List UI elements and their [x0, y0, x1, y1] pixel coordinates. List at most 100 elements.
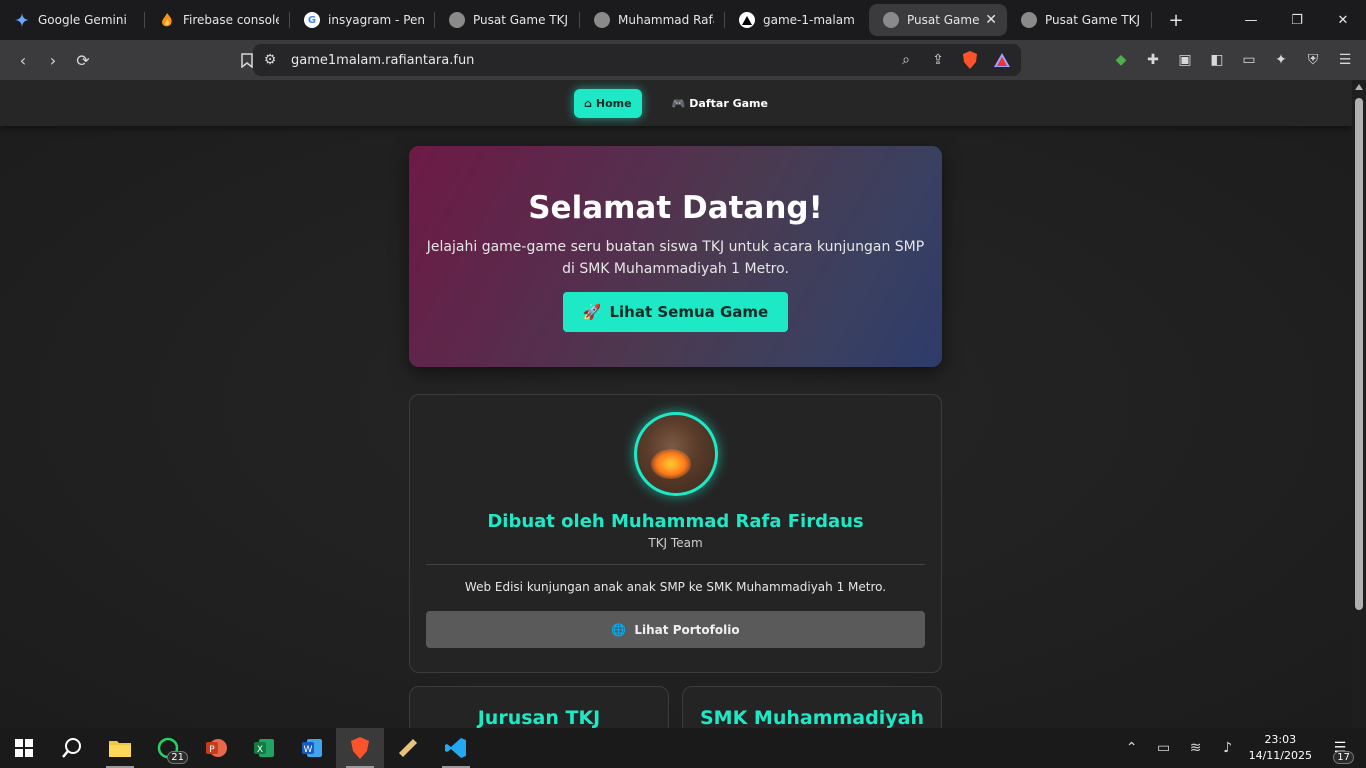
tab-pusat-game-2[interactable]: Pusat Game TKJ - — [1007, 4, 1151, 36]
menu-icon[interactable]: ☰ — [1334, 49, 1356, 71]
globe-icon — [594, 12, 610, 28]
chevron-up-icon[interactable]: ⌃ — [1121, 737, 1143, 759]
scrollbar-thumb[interactable] — [1355, 98, 1363, 610]
app-icon[interactable] — [384, 728, 432, 768]
whatsapp-icon[interactable]: 21 — [144, 728, 192, 768]
view-portfolio-button[interactable]: 🌐 Lihat Portofolio — [426, 611, 925, 648]
globe-icon — [449, 12, 465, 28]
hero-title: Selamat Datang! — [528, 190, 823, 226]
svg-text:W: W — [304, 745, 313, 755]
browser-toolbar: ‹ › ⟳ ⚙ game1malam.rafiantara.fun ⌕ ⇪ ◆ … — [0, 40, 1366, 80]
vpn-icon[interactable]: ⛨ — [1302, 49, 1324, 71]
home-icon: ⌂ — [584, 96, 592, 110]
minimize-icon[interactable]: — — [1228, 0, 1274, 40]
new-tab-button[interactable]: + — [1160, 10, 1192, 31]
tab-google-gemini[interactable]: Google Gemini — [0, 4, 144, 36]
globe-icon — [1021, 12, 1037, 28]
tab-title: Google Gemini — [38, 13, 127, 27]
tab-title: Pusat Game T — [907, 13, 981, 27]
start-button[interactable] — [0, 728, 48, 768]
wifi-icon[interactable]: ≋ — [1185, 737, 1207, 759]
tab-title: insyagram - Penel — [328, 13, 424, 27]
svg-text:P: P — [209, 745, 215, 755]
tab-title: Muhammad Rafa — [618, 13, 714, 27]
gamepad-icon: 🎮 — [671, 96, 686, 110]
vercel-icon — [739, 12, 755, 28]
back-icon[interactable]: ‹ — [8, 45, 38, 75]
system-tray: ⌃ ▭ ≋ ♪ 23:03 14/11/2025 ☰ 17 — [1121, 728, 1366, 768]
volume-icon[interactable]: ♪ — [1217, 737, 1239, 759]
globe-icon — [883, 12, 899, 28]
address-bar[interactable]: ⚙ game1malam.rafiantara.fun ⌕ ⇪ — [253, 44, 1021, 76]
tab-pusat-game-active[interactable]: Pusat Game T ✕ — [869, 4, 1007, 36]
close-tab-icon[interactable]: ✕ — [985, 12, 997, 28]
gemini-icon — [14, 12, 30, 28]
excel-icon[interactable]: X — [240, 728, 288, 768]
site-info-icon[interactable]: ⚙ — [259, 49, 281, 71]
brave-rewards-icon[interactable] — [991, 49, 1013, 71]
clock-date: 14/11/2025 — [1248, 749, 1312, 762]
zoom-icon[interactable]: ⌕ — [895, 49, 917, 71]
clock[interactable]: 23:03 14/11/2025 — [1249, 732, 1312, 764]
word-icon[interactable]: W — [288, 728, 336, 768]
share-icon[interactable]: ⇪ — [927, 49, 949, 71]
tab-title: Firebase console — [183, 13, 279, 27]
creator-description: Web Edisi kunjungan anak anak SMP ke SMK… — [464, 580, 887, 594]
forward-icon[interactable]: › — [38, 45, 68, 75]
creator-name: Dibuat oleh Muhammad Rafa Firdaus — [487, 511, 864, 532]
file-explorer-icon[interactable] — [96, 728, 144, 768]
sidebar-icon[interactable]: ◧ — [1206, 49, 1228, 71]
site-navbar: ⌂ Home 🎮 Daftar Game — [0, 80, 1352, 126]
url-text[interactable]: game1malam.rafiantara.fun — [291, 53, 474, 68]
view-all-games-button[interactable]: 🚀 Lihat Semua Game — [562, 292, 789, 332]
avatar — [633, 412, 718, 496]
info-card-smk: SMK Muhammadiyah — [682, 686, 942, 728]
nav-home-label: Home — [595, 96, 632, 110]
scroll-up-icon[interactable] — [1355, 84, 1363, 90]
google-icon: G — [304, 12, 320, 28]
leo-ai-icon[interactable]: ✦ — [1270, 49, 1292, 71]
brave-shields-icon[interactable] — [959, 49, 981, 71]
rocket-icon: 🚀 — [582, 303, 602, 321]
nav-home[interactable]: ⌂ Home — [574, 88, 642, 118]
window-controls: — ❐ ✕ — [1228, 0, 1366, 40]
tab-insyagram[interactable]: G insyagram - Penel — [290, 4, 434, 36]
notifications-icon[interactable]: ☰ 17 — [1322, 728, 1358, 768]
whatsapp-badge: 21 — [167, 751, 188, 764]
tab-title: game-1-malam - — [763, 13, 859, 27]
tab-title: Pusat Game TKJ - — [473, 13, 569, 27]
tab-separator — [1151, 12, 1152, 28]
tab-title: Pusat Game TKJ - — [1045, 13, 1141, 27]
battery-icon[interactable]: ▭ — [1153, 737, 1175, 759]
svg-text:X: X — [257, 745, 263, 755]
tab-muhammad-rafa[interactable]: Muhammad Rafa — [580, 4, 724, 36]
extension-icon[interactable]: ◆ — [1110, 49, 1132, 71]
nav-game-list[interactable]: 🎮 Daftar Game — [662, 89, 778, 118]
hero-banner: Selamat Datang! Jelajahi game-game seru … — [409, 146, 942, 367]
creator-card: Dibuat oleh Muhammad Rafa Firdaus TKJ Te… — [409, 394, 942, 673]
extensions-puzzle-icon[interactable]: ✚ — [1142, 49, 1164, 71]
powerpoint-icon[interactable]: P — [192, 728, 240, 768]
reader-mode-icon[interactable]: ▣ — [1174, 49, 1196, 71]
browser-tab-bar: Google Gemini Firebase console G insyagr… — [0, 0, 1366, 40]
nav-games-label: Daftar Game — [689, 96, 768, 110]
tab-game-1-malam[interactable]: game-1-malam - — [725, 4, 869, 36]
windows-taskbar: 21 P X W ⌃ ▭ ≋ ♪ 23:03 14/11/2025 ☰ 17 — [0, 728, 1366, 768]
close-window-icon[interactable]: ✕ — [1320, 0, 1366, 40]
info-card-title: Jurusan TKJ — [477, 707, 601, 728]
wallet-icon[interactable]: ▭ — [1238, 49, 1260, 71]
search-icon[interactable] — [48, 728, 96, 768]
web-page: ⌂ Home 🎮 Daftar Game Selamat Datang! Jel… — [0, 80, 1352, 728]
brave-browser-icon[interactable] — [336, 728, 384, 768]
tab-firebase-console[interactable]: Firebase console — [145, 4, 289, 36]
creator-team: TKJ Team — [648, 536, 703, 550]
portfolio-label: Lihat Portofolio — [634, 622, 740, 637]
vscode-icon[interactable] — [432, 728, 480, 768]
notification-count: 17 — [1333, 751, 1354, 764]
restore-icon[interactable]: ❐ — [1274, 0, 1320, 40]
reload-icon[interactable]: ⟳ — [68, 45, 98, 75]
page-scrollbar[interactable] — [1352, 80, 1366, 728]
tab-pusat-game-1[interactable]: Pusat Game TKJ - — [435, 4, 579, 36]
info-card-title: SMK Muhammadiyah — [700, 707, 924, 728]
info-card-tkj: Jurusan TKJ — [409, 686, 669, 728]
